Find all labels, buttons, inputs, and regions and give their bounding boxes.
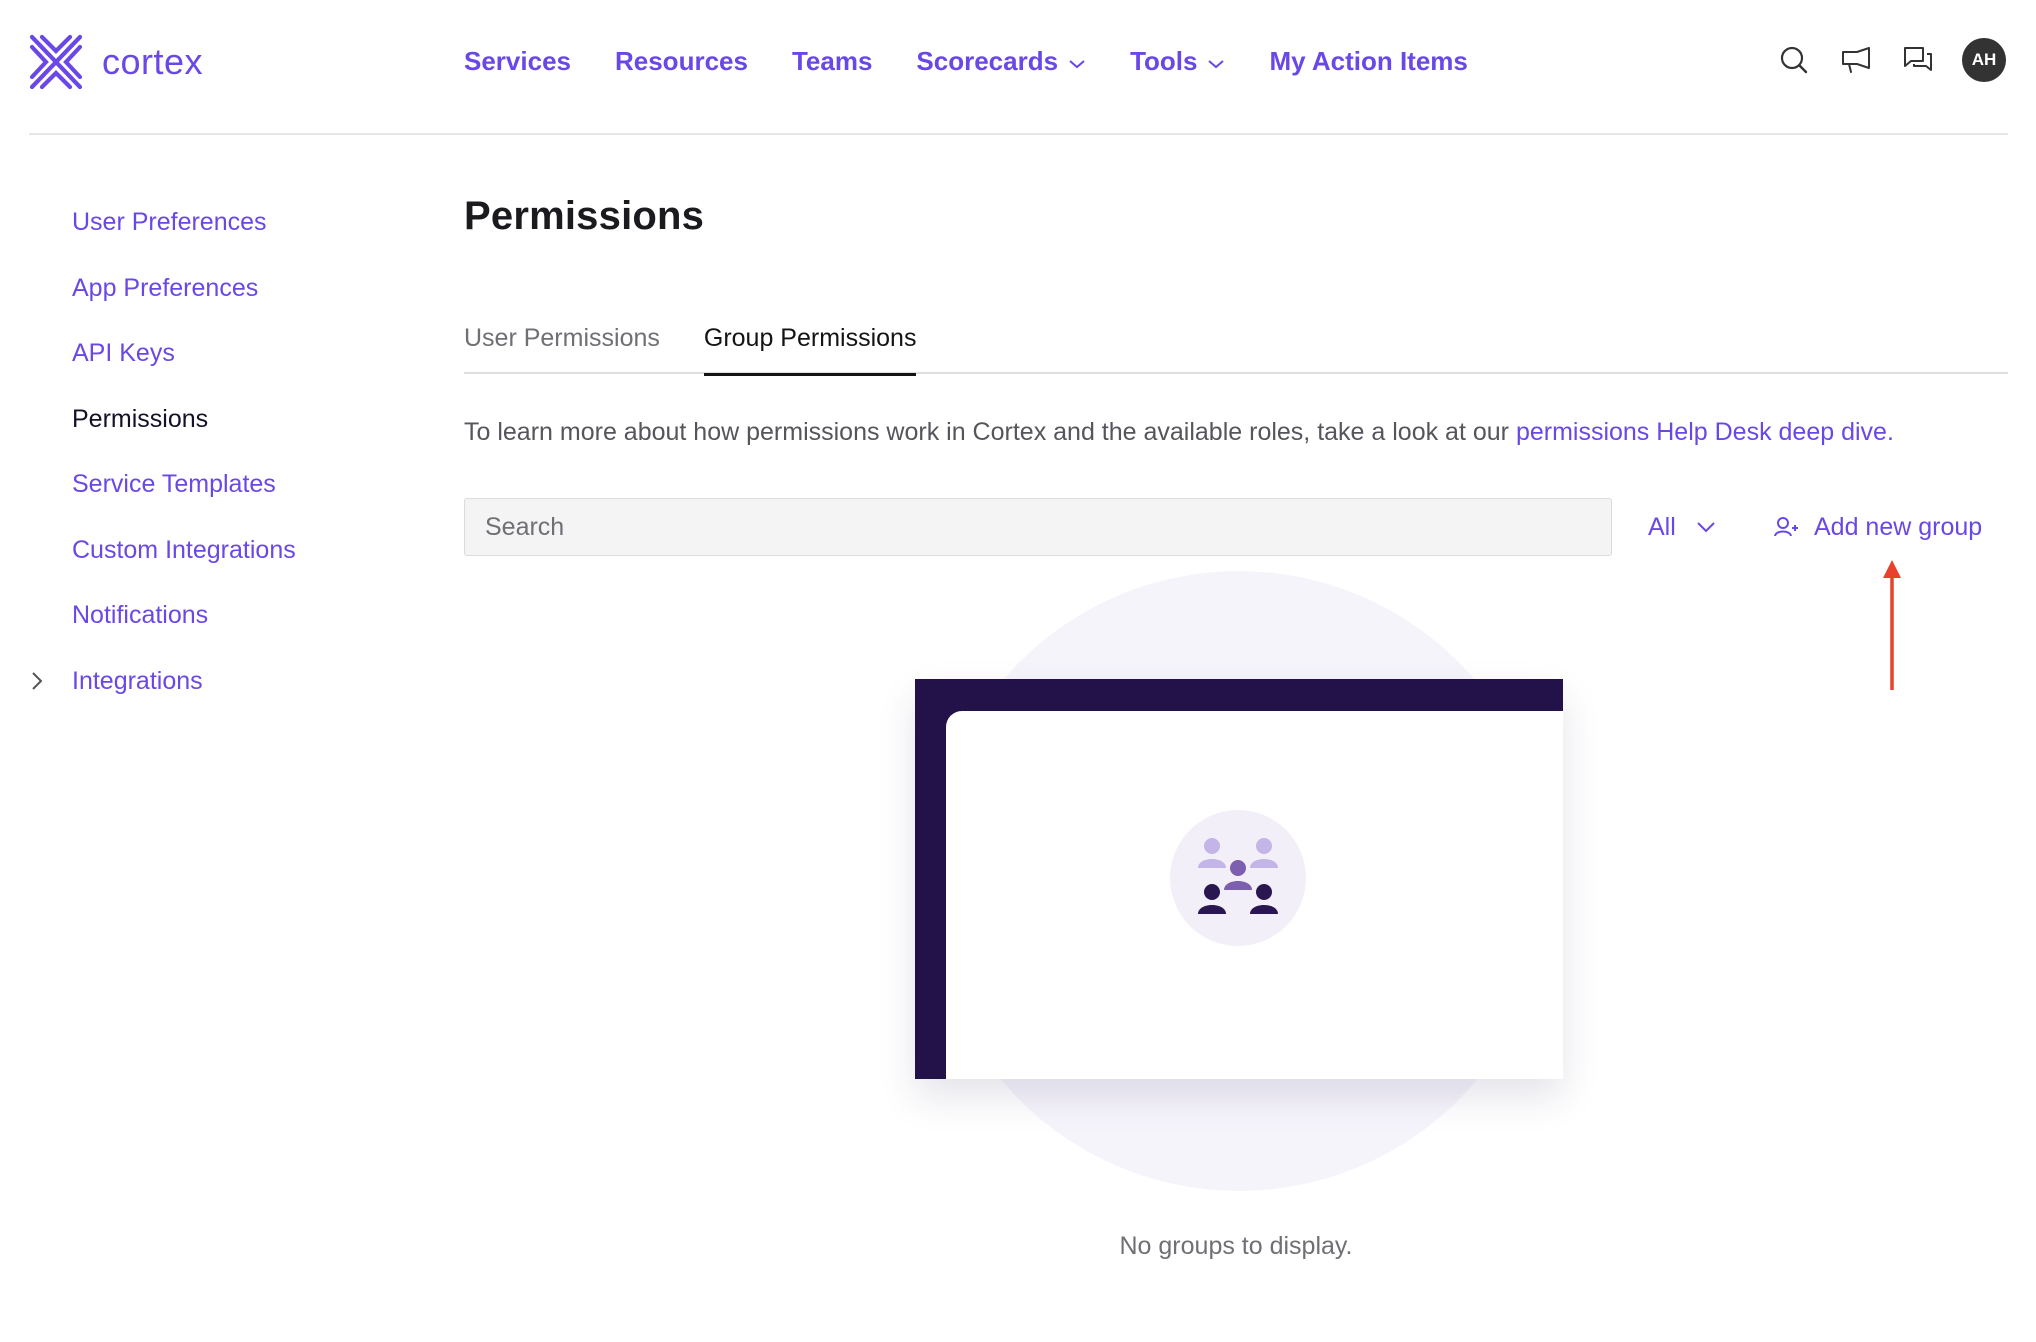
sidebar-item-label: Custom Integrations	[72, 535, 296, 564]
sidebar-item-label: Permissions	[72, 404, 209, 433]
search-icon[interactable]	[1772, 38, 1816, 82]
top-navigation-bar: cortex Services Resources Teams Scorecar…	[0, 0, 2036, 134]
chevron-down-icon	[1207, 46, 1225, 77]
nav-tools[interactable]: Tools	[1130, 46, 1225, 77]
intro-text: To learn more about how permissions work…	[464, 418, 1894, 447]
group-filter-dropdown[interactable]: All	[1648, 505, 1716, 549]
sidebar-item-integrations[interactable]: Integrations	[0, 649, 420, 715]
nav-label: Scorecards	[916, 45, 1059, 76]
nav-my-action-items[interactable]: My Action Items	[1269, 46, 1467, 77]
sidebar-item-label: App Preferences	[72, 273, 259, 302]
avatar[interactable]: AH	[1962, 38, 2006, 82]
settings-sidebar: User Preferences App Preferences API Key…	[0, 190, 420, 714]
header-divider	[29, 133, 2008, 135]
header-actions: AH	[1754, 38, 2006, 82]
nav-label: Tools	[1130, 45, 1198, 76]
brand-name: cortex	[102, 41, 204, 82]
chevron-right-icon[interactable]	[30, 671, 44, 691]
sidebar-item-label: Notifications	[72, 601, 209, 630]
nav-teams[interactable]: Teams	[792, 46, 872, 77]
tab-label: Group Permissions	[703, 324, 917, 352]
nav-label: Teams	[791, 45, 873, 76]
cortex-logo-icon	[28, 33, 84, 91]
sidebar-item-api-keys[interactable]: API Keys	[0, 321, 420, 387]
intro-text-body: To learn more about how permissions work…	[464, 418, 1516, 446]
sidebar-item-custom-integrations[interactable]: Custom Integrations	[0, 518, 420, 584]
group-people-icon	[1170, 810, 1306, 946]
nav-label: Resources	[614, 45, 748, 76]
sidebar-item-label: API Keys	[72, 339, 175, 368]
nav-services[interactable]: Services	[464, 46, 571, 77]
annotation-arrow-icon	[1880, 556, 1904, 692]
nav-scorecards[interactable]: Scorecards	[916, 46, 1086, 77]
permissions-tabs: User Permissions Group Permissions	[464, 318, 2008, 376]
add-new-group-label: Add new group	[1814, 512, 1983, 541]
sidebar-item-label: Service Templates	[72, 470, 276, 499]
nav-label: My Action Items	[1269, 45, 1468, 76]
sidebar-item-app-preferences[interactable]: App Preferences	[0, 256, 420, 322]
sidebar-item-service-templates[interactable]: Service Templates	[0, 452, 420, 518]
tab-group-permissions[interactable]: Group Permissions	[703, 318, 917, 376]
chat-icon[interactable]	[1896, 38, 1940, 82]
filter-selected-value: All	[1648, 512, 1676, 541]
add-new-group-button[interactable]: Add new group	[1774, 505, 1982, 549]
sidebar-item-notifications[interactable]: Notifications	[0, 583, 420, 649]
help-desk-link[interactable]: permissions Help Desk deep dive.	[1516, 418, 1894, 446]
sidebar-item-permissions[interactable]: Permissions	[0, 387, 420, 453]
search-input[interactable]	[464, 498, 1612, 556]
main-nav: Services Resources Teams Scorecards Tool…	[464, 40, 1512, 82]
add-user-icon	[1774, 516, 1800, 538]
chevron-down-icon	[1068, 46, 1086, 77]
empty-state-message: No groups to display.	[1119, 1232, 1353, 1260]
nav-label: Services	[464, 45, 571, 76]
sidebar-item-label: Integrations	[72, 666, 203, 695]
sidebar-item-user-preferences[interactable]: User Preferences	[0, 190, 420, 256]
tab-label: User Permissions	[464, 324, 660, 352]
page-title: Permissions	[464, 194, 705, 238]
announcement-icon[interactable]	[1834, 38, 1878, 82]
cortex-logo[interactable]: cortex	[28, 33, 203, 91]
chevron-down-icon	[1696, 521, 1716, 533]
tab-user-permissions[interactable]: User Permissions	[464, 318, 660, 374]
sidebar-item-label: User Preferences	[72, 208, 267, 237]
nav-resources[interactable]: Resources	[615, 46, 748, 77]
